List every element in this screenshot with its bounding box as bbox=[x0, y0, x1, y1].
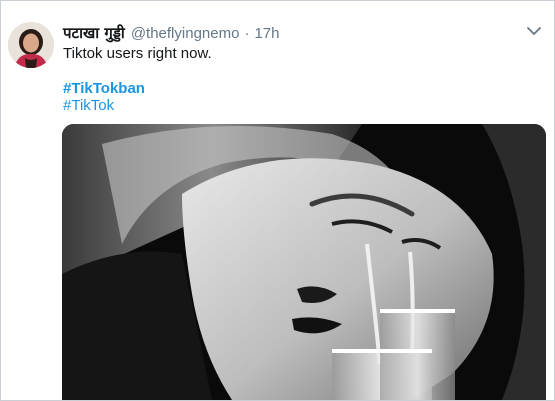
avatar[interactable] bbox=[8, 22, 54, 68]
crying-woman-photo bbox=[62, 124, 546, 400]
timestamp[interactable]: 17h bbox=[254, 25, 279, 42]
meta-separator: · bbox=[244, 25, 250, 42]
display-name[interactable]: पटाखा गुड्डी bbox=[63, 23, 125, 43]
tweet-text: Tiktok users right now. bbox=[63, 45, 212, 62]
tweet-media-image[interactable] bbox=[62, 124, 546, 400]
tweet-header: पटाखा गुड्डी @theflyingnemo · 17h bbox=[63, 23, 279, 43]
hashtag-tiktokban[interactable]: #TikTokban bbox=[63, 80, 145, 97]
chevron-down-icon[interactable] bbox=[526, 25, 542, 37]
tweet-card[interactable]: पटाखा गुड्डी @theflyingnemo · 17h Tiktok… bbox=[0, 0, 555, 401]
hashtag-tiktok[interactable]: #TikTok bbox=[63, 97, 114, 114]
user-handle[interactable]: @theflyingnemo bbox=[131, 25, 240, 42]
avatar-photo bbox=[8, 22, 54, 68]
